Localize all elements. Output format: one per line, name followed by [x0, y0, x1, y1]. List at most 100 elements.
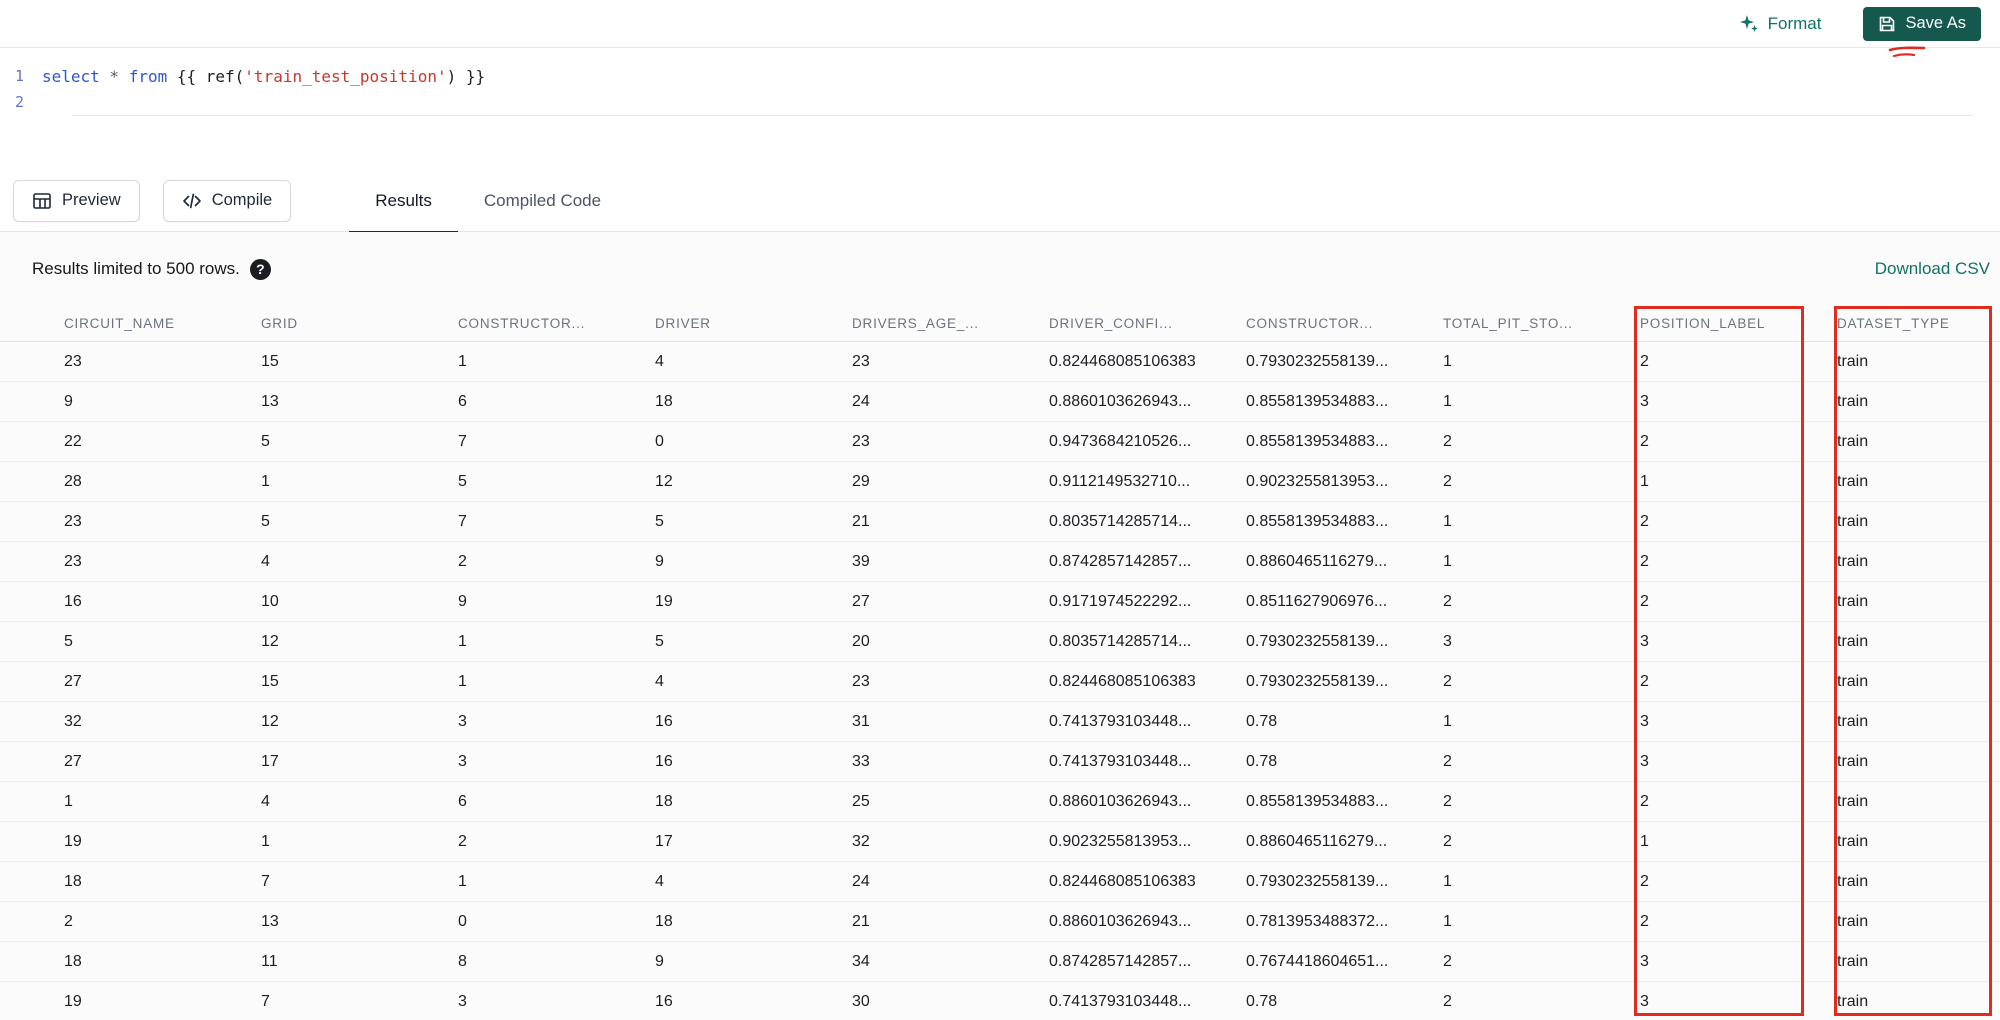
- sparkle-icon: [1739, 14, 1759, 34]
- download-csv-link[interactable]: Download CSV: [1875, 259, 1990, 279]
- table-cell: 19: [64, 992, 82, 1010]
- table-cell: 0: [458, 912, 467, 930]
- save-as-button[interactable]: Save As: [1863, 6, 1981, 41]
- table-cell: 0.8558139534883...: [1246, 512, 1389, 530]
- format-label: Format: [1767, 13, 1822, 33]
- table-cell: 0.8742857142857...: [1049, 552, 1192, 570]
- table-cell: 12: [655, 472, 673, 490]
- table-cell: 0.8860103626943...: [1049, 792, 1192, 810]
- table-cell: 23: [852, 432, 870, 450]
- table-cell: 0.7930232558139...: [1246, 872, 1389, 890]
- table-cell: 0.9112149532710...: [1049, 472, 1191, 490]
- table-row: 19 1 2 17 32 0.9023255813953... 0.886046511627…: [0, 822, 2000, 862]
- table-cell: 28: [64, 472, 82, 490]
- table-cell: 0.7413793103448...: [1049, 992, 1192, 1010]
- table-row: 9 13 6 18 24 0.8860103626943... 0.855813953488…: [0, 382, 2000, 422]
- column-header: CONSTRUCTOR...: [1246, 316, 1374, 331]
- table-cell: 0.8742857142857...: [1049, 952, 1192, 970]
- table-cell: 0.8558139534883...: [1246, 432, 1389, 450]
- code-line: 2: [0, 89, 2000, 115]
- table-cell: 2: [64, 912, 73, 930]
- table-cell: 18: [655, 912, 673, 930]
- table-cell: 29: [852, 472, 870, 490]
- table-cell: 0.78: [1246, 752, 1278, 770]
- table-cell: 6: [458, 792, 467, 810]
- code-token-jinja: {{: [167, 66, 206, 86]
- table-cell: 24: [852, 872, 870, 890]
- table-cell: 1: [1640, 472, 1649, 490]
- code-text: select * from {{ ref('train_test_positio…: [42, 67, 485, 86]
- sql-editor[interactable]: 1 select * from {{ ref('train_test_positi…: [0, 49, 2000, 170]
- table-cell: 3: [1640, 992, 1649, 1010]
- table-cell: 0.824468085106383: [1049, 672, 1196, 690]
- table-cell: 2: [1640, 352, 1649, 370]
- table-cell: train: [1837, 672, 1869, 690]
- table-cell: 19: [655, 592, 673, 610]
- table-icon: [32, 191, 52, 211]
- annotation-scribble: [1888, 46, 1926, 58]
- compile-button[interactable]: Compile: [162, 179, 292, 222]
- format-button[interactable]: Format: [1739, 13, 1822, 34]
- table-cell: 4: [655, 672, 664, 690]
- table-cell: 1: [458, 352, 467, 370]
- table-row: 27 17 3 16 33 0.7413793103448... 0.78 2 3 train: [0, 742, 2000, 782]
- table-cell: 3: [1640, 632, 1649, 650]
- table-cell: 18: [655, 792, 673, 810]
- tab-results-label: Results: [375, 190, 432, 210]
- table-cell: 15: [261, 352, 279, 370]
- table-cell: 0.8035714285714...: [1049, 632, 1192, 650]
- table-cell: 21: [852, 512, 870, 530]
- table-cell: 0.7930232558139...: [1246, 352, 1389, 370]
- table-cell: 2: [1443, 952, 1452, 970]
- table-cell: 0.8558139534883...: [1246, 792, 1389, 810]
- preview-button[interactable]: Preview: [13, 179, 140, 222]
- table-cell: train: [1837, 632, 1869, 650]
- code-icon: [182, 191, 202, 211]
- table-cell: 1: [261, 832, 270, 850]
- table-cell: 5: [655, 512, 664, 530]
- table-cell: 23: [64, 552, 82, 570]
- table-cell: 2: [1443, 792, 1452, 810]
- column-header: CIRCUIT_NAME: [64, 316, 175, 331]
- table-cell: 9: [655, 952, 664, 970]
- preview-label: Preview: [62, 191, 121, 209]
- help-icon[interactable]: ?: [249, 258, 271, 280]
- table-cell: 18: [655, 392, 673, 410]
- table-cell: 31: [852, 712, 870, 730]
- table-cell: 9: [64, 392, 73, 410]
- table-cell: 23: [64, 352, 82, 370]
- table-cell: 3: [458, 712, 467, 730]
- table-cell: 2: [1640, 552, 1649, 570]
- table-cell: 19: [64, 832, 82, 850]
- table-cell: 0.8860465116279...: [1246, 832, 1388, 850]
- table-cell: 23: [64, 512, 82, 530]
- table-cell: 0.8558139534883...: [1246, 392, 1389, 410]
- table-cell: train: [1837, 352, 1869, 370]
- code-token-operator: *: [99, 66, 129, 86]
- table-cell: train: [1837, 992, 1869, 1010]
- tab-compiled-code[interactable]: Compiled Code: [458, 170, 627, 232]
- table-cell: 2: [1443, 832, 1452, 850]
- table-cell: 17: [655, 832, 673, 850]
- table-cell: 21: [852, 912, 870, 930]
- table-cell: 22: [64, 432, 82, 450]
- tab-compiled-code-label: Compiled Code: [483, 190, 602, 210]
- table-cell: 1: [1443, 872, 1452, 890]
- table-cell: 1: [458, 872, 467, 890]
- table-cell: train: [1837, 512, 1869, 530]
- tab-results[interactable]: Results: [349, 170, 458, 233]
- table-cell: 2: [1443, 672, 1452, 690]
- table-cell: 27: [64, 752, 82, 770]
- table-cell: 2: [1443, 592, 1452, 610]
- table-cell: 13: [261, 912, 279, 930]
- table-cell: 1: [1443, 352, 1452, 370]
- table-cell: 7: [261, 992, 270, 1010]
- table-row: 19 7 3 16 30 0.7413793103448... 0.78 2 3 train: [0, 982, 2000, 1020]
- table-cell: 4: [261, 552, 270, 570]
- table-cell: 7: [261, 872, 270, 890]
- table-cell: 2: [1640, 592, 1649, 610]
- table-body: 23 15 1 4 23 0.824468085106383 0.7930232558139…: [0, 342, 2000, 1020]
- table-cell: train: [1837, 752, 1869, 770]
- table-row: 22 5 7 0 23 0.9473684210526... 0.8558139534883…: [0, 422, 2000, 462]
- table-cell: 3: [458, 752, 467, 770]
